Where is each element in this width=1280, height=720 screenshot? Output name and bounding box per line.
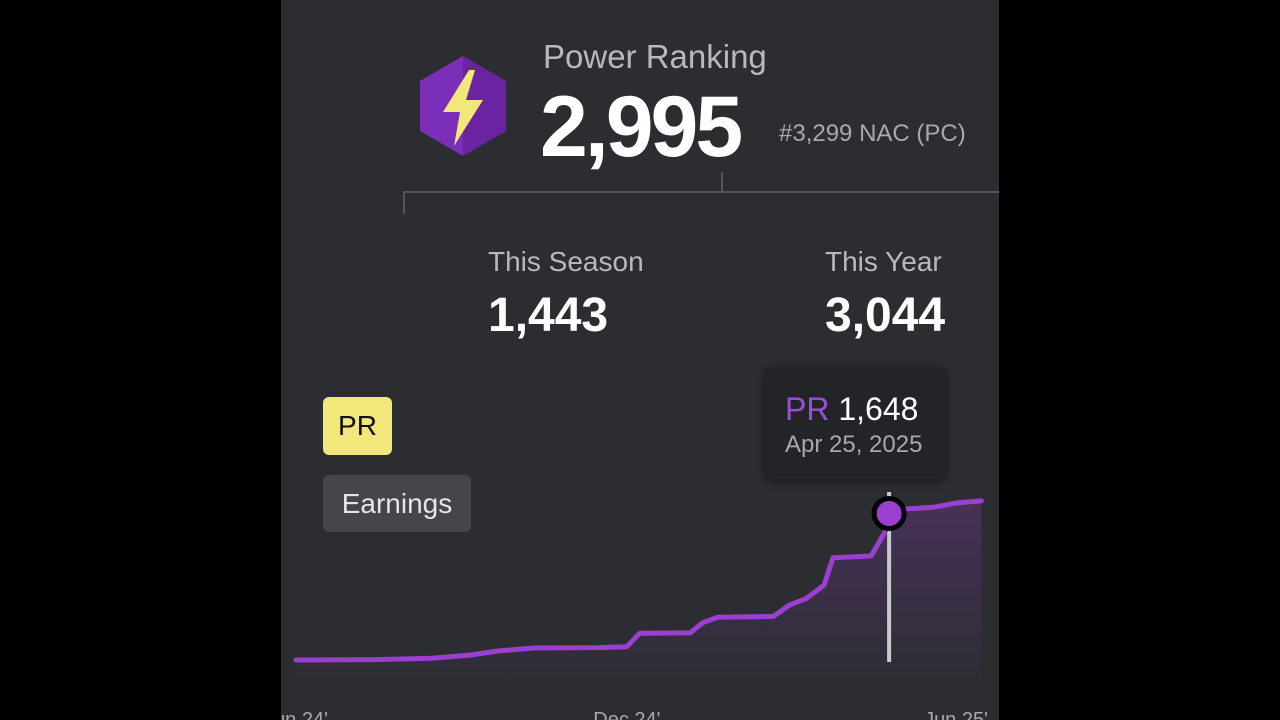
tooltip-date: Apr 25, 2025 — [785, 431, 923, 458]
highlight-point[interactable] — [871, 496, 907, 532]
tooltip-metric: PR — [785, 391, 830, 427]
power-ranking-panel: Power Ranking 2,995 #3,299 NAC (PC) This… — [281, 0, 999, 720]
stats-divider — [403, 172, 999, 214]
chart-tooltip: PR 1,648 Apr 25, 2025 — [764, 367, 946, 479]
year-stat-value: 3,044 — [825, 289, 946, 342]
x-tick-label: Dec 24' — [593, 709, 660, 720]
year-stat-label: This Year — [825, 246, 942, 277]
pr-area-fill — [296, 500, 982, 680]
x-tick-label: Jun 24' — [281, 709, 328, 720]
season-stat-label: This Season — [488, 246, 644, 277]
season-stat-value: 1,443 — [488, 289, 609, 342]
tooltip-value: 1,648 — [838, 391, 919, 427]
x-tick-label: Jun 25' — [924, 709, 988, 720]
